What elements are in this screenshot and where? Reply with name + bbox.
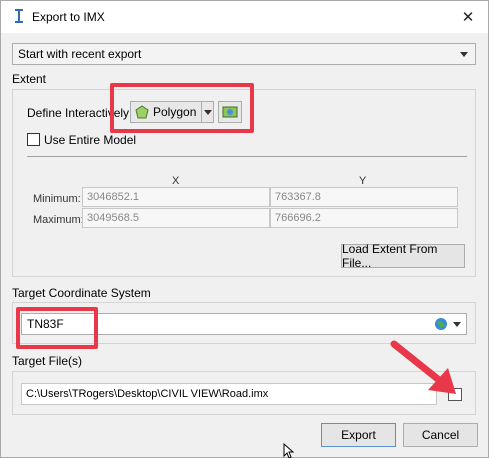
- minimum-y-field[interactable]: 763367.8: [270, 187, 458, 207]
- target-coordinate-system-label: Target Coordinate System: [12, 286, 151, 300]
- chevron-down-icon: [453, 322, 461, 327]
- globe-icon: [435, 318, 447, 330]
- annotation-box-coordinate: [16, 307, 98, 349]
- export-dialog: Export to IMX ✕ Start with recent export…: [0, 0, 489, 458]
- extent-label: Extent: [12, 72, 47, 86]
- export-button[interactable]: Export: [321, 423, 396, 447]
- use-entire-model-label: Use Entire Model: [44, 133, 137, 147]
- target-file-path[interactable]: C:\Users\TRogers\Desktop\CIVIL VIEW\Road…: [21, 383, 437, 405]
- extent-divider: [27, 156, 467, 157]
- maximum-label: Maximum:: [33, 214, 84, 226]
- close-button[interactable]: ✕: [448, 1, 488, 33]
- window-title: Export to IMX: [32, 10, 105, 24]
- annotation-box-define: [110, 83, 254, 133]
- maximum-x-field[interactable]: 3049568.5: [82, 208, 270, 228]
- annotation-arrow: [390, 340, 456, 394]
- app-icon: [15, 9, 23, 23]
- chevron-down-icon: [460, 52, 468, 57]
- minimum-x-field[interactable]: 3046852.1: [82, 187, 270, 207]
- load-extent-button[interactable]: Load Extent From File...: [341, 242, 465, 270]
- target-files-label: Target File(s): [12, 354, 83, 368]
- recent-export-select[interactable]: Start with recent export: [12, 43, 476, 65]
- x-column-header: X: [172, 175, 180, 187]
- mouse-cursor-icon: [283, 443, 295, 458]
- minimum-label: Minimum:: [33, 193, 81, 205]
- use-entire-model-checkbox[interactable]: [27, 133, 40, 146]
- close-icon: ✕: [461, 9, 475, 26]
- title-bar: Export to IMX ✕: [1, 1, 488, 33]
- y-column-header: Y: [359, 175, 367, 187]
- cancel-button[interactable]: Cancel: [403, 423, 478, 447]
- maximum-y-field[interactable]: 766696.2: [270, 208, 458, 228]
- recent-export-value: Start with recent export: [18, 47, 142, 61]
